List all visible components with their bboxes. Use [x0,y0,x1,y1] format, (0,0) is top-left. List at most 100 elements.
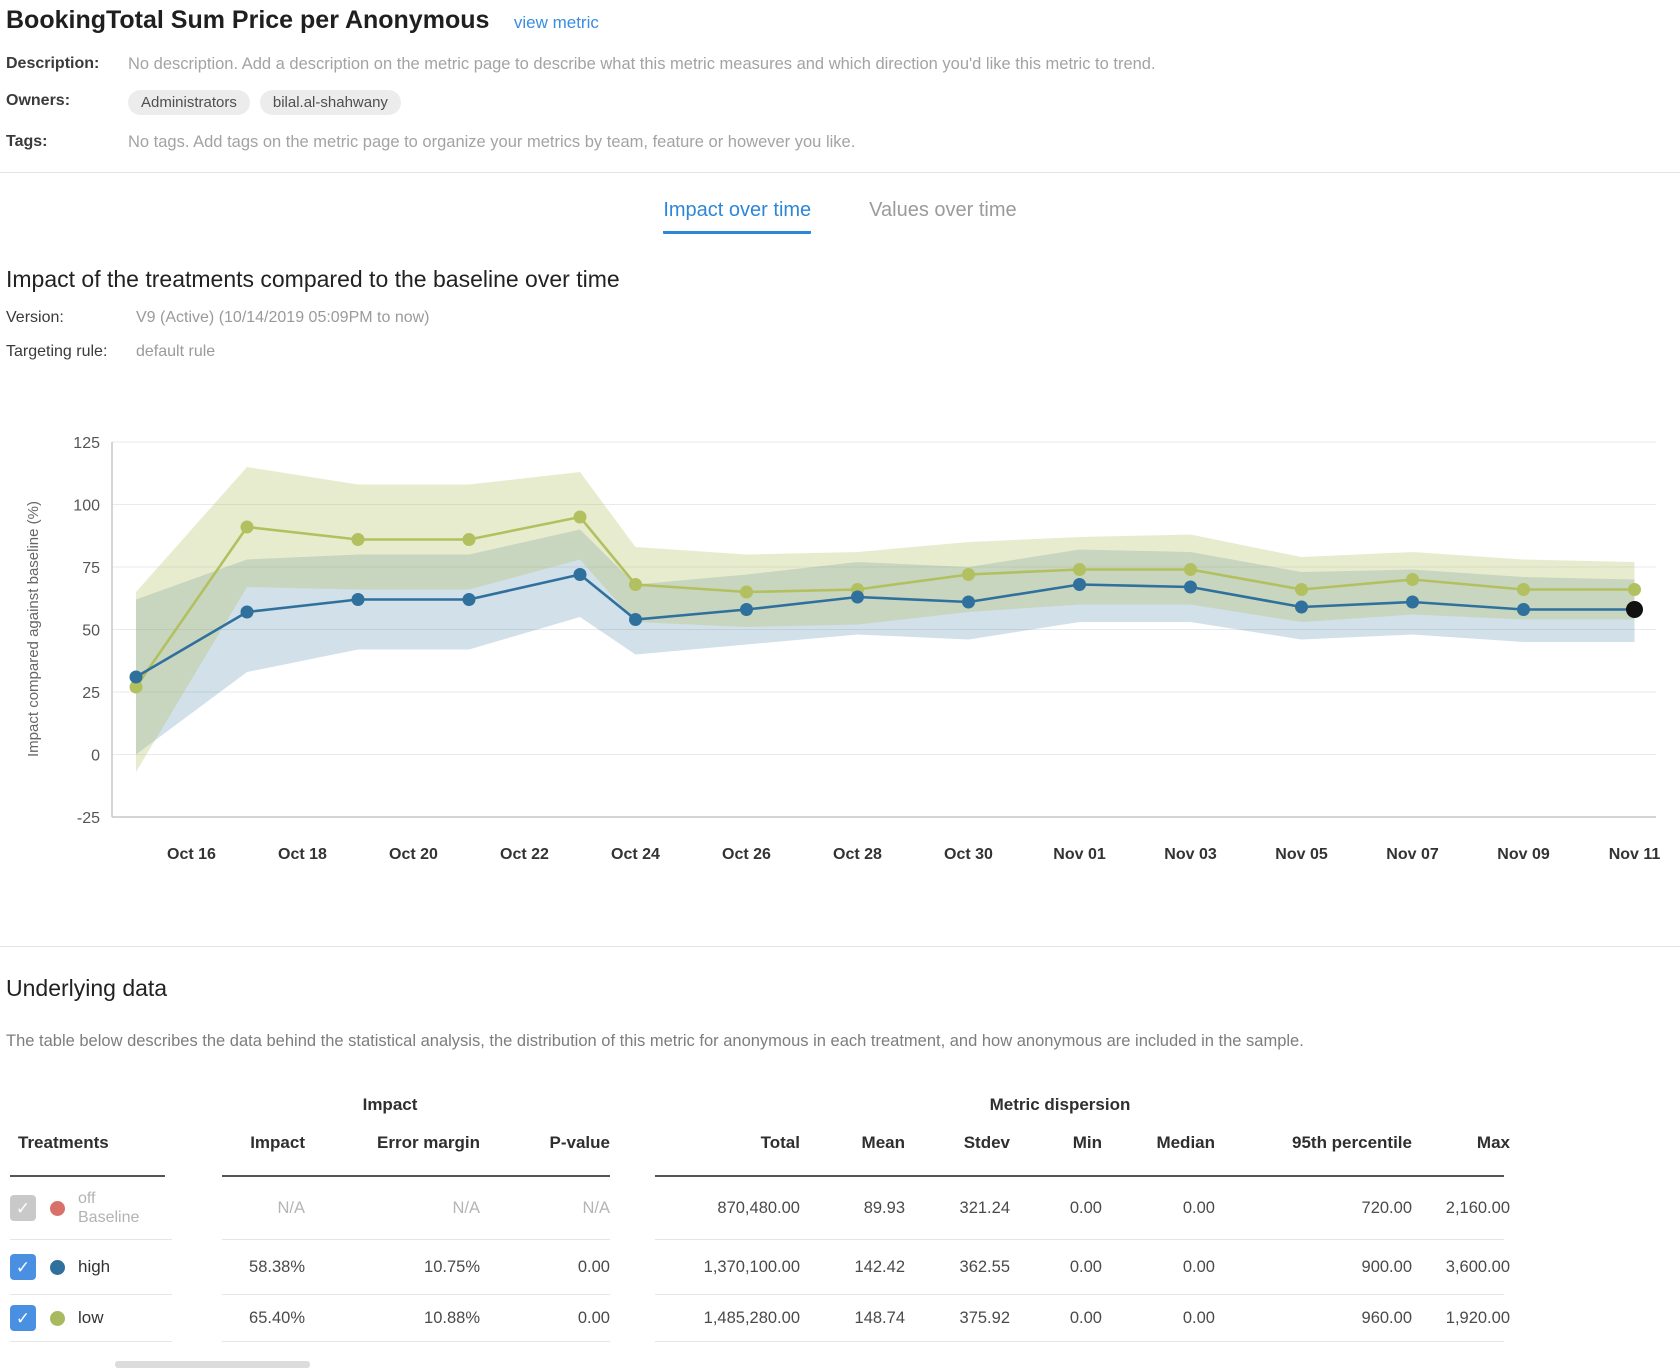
owner-chip: bilal.al-shahwany [260,90,401,115]
view-tabs: Impact over time Values over time [0,199,1680,234]
x-axis-labels: Oct 16Oct 18Oct 20Oct 22Oct 24Oct 26Oct … [167,846,1660,863]
svg-text:Nov 09: Nov 09 [1497,846,1550,863]
cell-mean: 89.93 [800,1199,905,1218]
owners-label: Owners: [6,90,128,110]
cell-stdev: 362.55 [905,1258,1010,1277]
treatment-label-high: high [78,1257,110,1277]
svg-text:Nov 03: Nov 03 [1164,846,1217,863]
page-header: BookingTotal Sum Price per Anonymous vie… [0,0,1680,35]
section-divider [0,172,1680,173]
cell-total: 1,370,100.00 [610,1258,800,1277]
svg-text:Oct 28: Oct 28 [833,846,882,863]
cell-error-margin: 10.75% [305,1258,480,1277]
current-point-marker [1626,601,1643,618]
cell-p-value: 0.00 [480,1309,610,1328]
svg-text:Oct 16: Oct 16 [167,846,216,863]
cell-mean: 148.74 [800,1309,905,1328]
owners-row: Owners: Administrators bilal.al-shahwany [0,90,1680,115]
treatment-color-dot-off [50,1201,65,1216]
col-mean: Mean [800,1133,905,1153]
cell-error-margin: 10.88% [305,1309,480,1328]
cell-median: 0.00 [1102,1199,1215,1218]
impact-group-header: Impact [170,1095,610,1115]
svg-text:75: 75 [82,560,100,577]
svg-text:Nov 05: Nov 05 [1275,846,1328,863]
table-column-headers: Treatments Impact Error margin P-value T… [10,1131,1680,1155]
cell-min: 0.00 [1010,1199,1102,1218]
cell-max: 1,920.00 [1412,1309,1510,1328]
col-max: Max [1412,1133,1510,1153]
svg-text:Nov 07: Nov 07 [1386,846,1439,863]
svg-text:Oct 22: Oct 22 [500,846,549,863]
svg-text:0: 0 [91,748,100,765]
targeting-rule-label: Targeting rule: [6,343,136,361]
scrollbar-thumb[interactable] [115,1361,310,1368]
col-error-margin: Error margin [305,1133,480,1153]
cell-median: 0.00 [1102,1309,1215,1328]
underlying-data-title: Underlying data [0,975,1680,1002]
treatment-color-dot-low [50,1311,65,1326]
version-value: V9 (Active) (10/14/2019 05:09PM to now) [136,309,430,327]
treatment-color-dot-high [50,1260,65,1275]
svg-text:Oct 26: Oct 26 [722,846,771,863]
treatment-label-low: low [78,1308,104,1328]
impact-chart-svg[interactable]: 125 100 75 50 25 0 -25 Impact compared against … [0,417,1680,877]
svg-text:Nov 01: Nov 01 [1053,846,1106,863]
row-divider [10,1239,1680,1240]
cell-95th-percentile: 720.00 [1215,1199,1412,1218]
description-label: Description: [6,53,128,73]
cell-total: 1,485,280.00 [610,1309,800,1328]
cell-p-value: N/A [480,1199,610,1218]
svg-text:100: 100 [73,498,100,515]
col-median: Median [1102,1133,1215,1153]
col-min: Min [1010,1133,1102,1153]
cell-error-margin: N/A [305,1199,480,1218]
row-divider [10,1294,1680,1295]
owner-chip: Administrators [128,90,250,115]
impact-over-time-chart[interactable]: 125 100 75 50 25 0 -25 Impact compared against … [0,417,1680,882]
table-row-off: ✓ offBaseline N/A N/A N/A 870,480.00 89.… [10,1177,1680,1239]
svg-text:25: 25 [82,685,100,702]
col-95th-percentile: 95th percentile [1215,1133,1412,1153]
tags-row: Tags: No tags. Add tags on the metric pa… [0,131,1680,152]
description-row: Description: No description. Add a descr… [0,53,1680,74]
col-p-value: P-value [480,1133,610,1153]
svg-text:125: 125 [73,435,100,452]
table-row-low: ✓ low 65.40% 10.88% 0.00 1,485,280.00 14… [10,1295,1680,1341]
svg-text:Nov 11: Nov 11 [1609,846,1661,863]
cell-max: 2,160.00 [1412,1199,1510,1218]
view-metric-link[interactable]: view metric [514,13,599,32]
section-divider [0,946,1680,947]
treatment-label-off: offBaseline [78,1189,139,1227]
version-row: Version: V9 (Active) (10/14/2019 05:09PM… [0,309,1680,327]
col-impact: Impact [170,1133,305,1153]
underlying-data-intro: The table below describes the data behin… [0,1032,1680,1051]
cell-95th-percentile: 900.00 [1215,1258,1412,1277]
cell-min: 0.00 [1010,1309,1102,1328]
impact-section-title: Impact of the treatments compared to the… [0,266,1680,293]
tab-values-over-time[interactable]: Values over time [869,199,1016,234]
description-value: No description. Add a description on the… [128,53,1156,74]
tags-value: No tags. Add tags on the metric page to … [128,131,855,152]
underlying-data-table: Impact Metric dispersion Treatments Impa… [0,1093,1680,1342]
treatment-checkbox-high[interactable]: ✓ [10,1254,36,1280]
checkbox-check-icon: ✓ [16,1259,30,1276]
svg-text:Oct 20: Oct 20 [389,846,438,863]
metric-dispersion-group-header: Metric dispersion [610,1095,1510,1115]
col-total: Total [610,1133,800,1153]
treatment-checkbox-low[interactable]: ✓ [10,1305,36,1331]
cell-impact: N/A [170,1199,305,1218]
cell-mean: 142.42 [800,1258,905,1277]
cell-impact: 58.38% [170,1258,305,1277]
metric-meta: Description: No description. Add a descr… [0,53,1680,152]
metric-impact-page: BookingTotal Sum Price per Anonymous vie… [0,0,1680,1368]
col-stdev: Stdev [905,1133,1010,1153]
version-label: Version: [6,309,136,327]
cell-stdev: 321.24 [905,1199,1010,1218]
svg-text:-25: -25 [77,810,100,827]
y-axis-label: Impact compared against baseline (%) [25,501,42,757]
tab-impact-over-time[interactable]: Impact over time [663,199,811,234]
svg-text:Oct 18: Oct 18 [278,846,327,863]
treatment-checkbox-off[interactable]: ✓ [10,1195,36,1221]
svg-text:50: 50 [82,623,100,640]
